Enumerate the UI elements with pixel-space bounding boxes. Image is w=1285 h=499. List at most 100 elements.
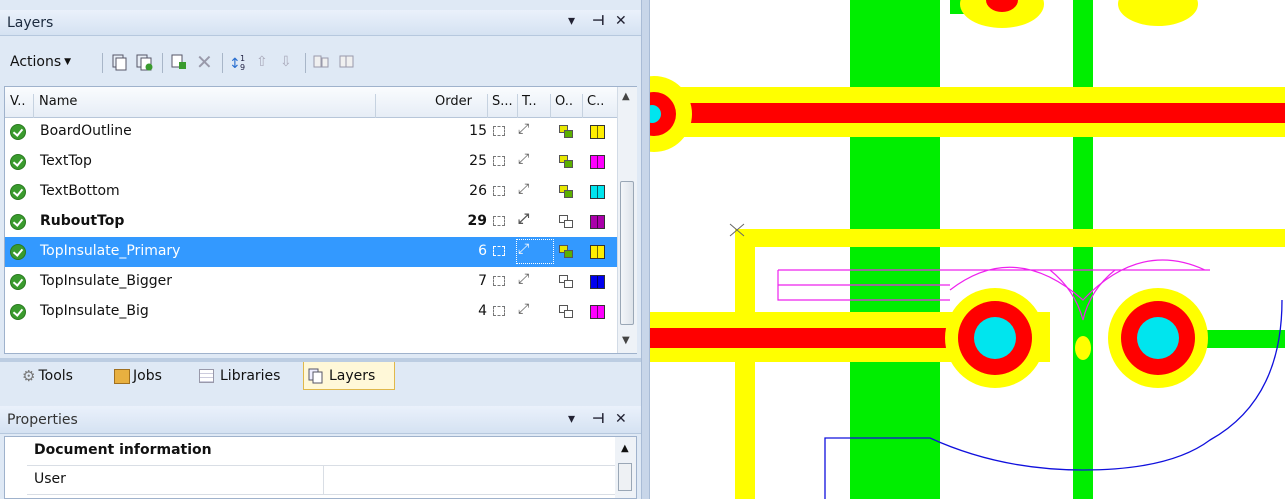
overlap-icon[interactable] bbox=[559, 155, 575, 169]
overlap-icon[interactable] bbox=[559, 215, 575, 229]
select-icon[interactable] bbox=[493, 246, 505, 256]
color-swatch[interactable] bbox=[590, 305, 605, 319]
visible-check-icon[interactable] bbox=[10, 244, 26, 260]
color-swatch[interactable] bbox=[590, 185, 605, 199]
sort-icon[interactable]: ↕ 1 9 bbox=[229, 53, 249, 72]
scroll-up-icon[interactable]: ▲ bbox=[621, 443, 629, 454]
delete-icon[interactable]: ✕ bbox=[196, 50, 213, 74]
tab-tools[interactable]: ⚙ Tools bbox=[18, 362, 106, 390]
select-icon[interactable] bbox=[493, 306, 505, 316]
layer-row[interactable]: TextBottom 26 ⤢ bbox=[5, 177, 617, 207]
layer-name: TopInsulate_Bigger bbox=[40, 273, 173, 289]
layer-order: 7 bbox=[478, 273, 487, 289]
layer-name: TextBottom bbox=[40, 183, 120, 199]
pcb-drawing[interactable] bbox=[650, 0, 1285, 499]
properties-panel-title: Properties bbox=[7, 412, 78, 428]
scroll-down-icon[interactable]: ▼ bbox=[622, 335, 630, 346]
color-swatch[interactable] bbox=[590, 245, 605, 259]
section-header: Document information bbox=[27, 437, 615, 465]
layer-order: 26 bbox=[469, 183, 487, 199]
col-o[interactable]: O.. bbox=[555, 94, 573, 109]
scroll-up-icon[interactable]: ▲ bbox=[622, 91, 630, 102]
close-icon[interactable]: ✕ bbox=[615, 13, 627, 29]
col-c[interactable]: C.. bbox=[587, 94, 604, 109]
add-icon[interactable] bbox=[170, 53, 188, 71]
layer-name: TopInsulate_Big bbox=[40, 303, 149, 319]
overlap-icon[interactable] bbox=[559, 245, 575, 259]
layer-order: 25 bbox=[469, 153, 487, 169]
tab-libraries[interactable]: Libraries bbox=[195, 362, 299, 390]
track-icon[interactable]: ⤢ bbox=[518, 211, 529, 227]
overlap-icon[interactable] bbox=[559, 185, 575, 199]
visible-check-icon[interactable] bbox=[10, 304, 26, 320]
layer-row[interactable]: TopInsulate_Big 4 ⤢ bbox=[5, 297, 617, 327]
overlap-icon[interactable] bbox=[559, 305, 575, 319]
layer-row[interactable]: RuboutTop 29 ⤢ bbox=[5, 207, 617, 237]
property-row[interactable]: User bbox=[27, 465, 615, 495]
gear-icon: ⚙ bbox=[22, 367, 36, 385]
pcb-canvas[interactable] bbox=[650, 0, 1285, 499]
visible-check-icon[interactable] bbox=[10, 154, 26, 170]
select-icon[interactable] bbox=[493, 156, 505, 166]
visible-check-icon[interactable] bbox=[10, 124, 26, 140]
select-icon[interactable] bbox=[493, 276, 505, 286]
new-layer-icon[interactable] bbox=[110, 53, 128, 71]
layer-order: 29 bbox=[467, 213, 487, 229]
pin-icon[interactable]: ⊣ bbox=[592, 411, 605, 427]
jobs-icon bbox=[114, 368, 130, 384]
copy-layer-icon[interactable] bbox=[135, 53, 153, 71]
move-up-icon[interactable]: ⇧ bbox=[256, 53, 268, 71]
col-t[interactable]: T.. bbox=[522, 94, 537, 109]
select-icon[interactable] bbox=[493, 216, 505, 226]
tab-jobs[interactable]: Jobs bbox=[110, 362, 190, 390]
track-icon[interactable]: ⤢ bbox=[518, 151, 529, 167]
panel-menu-icon[interactable]: ▾ bbox=[568, 13, 575, 29]
layer-order: 15 bbox=[469, 123, 487, 139]
overlap-icon[interactable] bbox=[559, 125, 575, 139]
merge-icon[interactable] bbox=[338, 53, 356, 71]
color-swatch[interactable] bbox=[590, 125, 605, 139]
visible-check-icon[interactable] bbox=[10, 184, 26, 200]
insulate-band bbox=[735, 229, 755, 499]
layers-scrollbar[interactable]: ▲ ▼ bbox=[617, 87, 637, 353]
properties-scrollbar[interactable]: ▲ bbox=[615, 437, 636, 498]
color-swatch[interactable] bbox=[590, 155, 605, 169]
move-down-icon[interactable]: ⇩ bbox=[280, 53, 292, 71]
track-icon[interactable]: ⤢ bbox=[518, 121, 529, 137]
color-swatch[interactable] bbox=[590, 275, 605, 289]
layer-row[interactable]: BoardOutline 15 ⤢ bbox=[5, 117, 617, 147]
layer-row[interactable]: TopInsulate_Bigger 7 ⤢ bbox=[5, 267, 617, 297]
insulate-band bbox=[735, 229, 1285, 247]
track-icon[interactable]: ⤢ bbox=[518, 271, 529, 287]
color-swatch[interactable] bbox=[590, 215, 605, 229]
layer-name: TextTop bbox=[40, 153, 92, 169]
layer-row[interactable]: TopInsulate_Primary 6 ⤢ bbox=[5, 237, 617, 267]
overlap-icon[interactable] bbox=[559, 275, 575, 289]
layers-icon bbox=[308, 368, 323, 383]
layers-panel-title: Layers bbox=[7, 15, 54, 31]
tab-layers[interactable]: Layers bbox=[303, 362, 395, 390]
visible-check-icon[interactable] bbox=[10, 214, 26, 230]
pad-drill bbox=[974, 317, 1016, 359]
pin-icon[interactable]: ⊣ bbox=[592, 13, 605, 29]
select-icon[interactable] bbox=[493, 126, 505, 136]
close-icon[interactable]: ✕ bbox=[615, 411, 627, 427]
col-visible[interactable]: V.. bbox=[10, 94, 25, 109]
col-name[interactable]: Name bbox=[39, 94, 77, 109]
panel-menu-icon[interactable]: ▾ bbox=[568, 411, 575, 427]
scroll-thumb[interactable] bbox=[620, 181, 634, 325]
layer-name: BoardOutline bbox=[40, 123, 132, 139]
actions-menu-button[interactable]: Actions ▼ bbox=[10, 53, 71, 71]
visible-check-icon[interactable] bbox=[10, 274, 26, 290]
select-icon[interactable] bbox=[493, 186, 505, 196]
split-icon[interactable] bbox=[312, 53, 330, 71]
layer-row[interactable]: TextTop 25 ⤢ bbox=[5, 147, 617, 177]
col-s[interactable]: S... bbox=[492, 94, 513, 109]
track-icon[interactable]: ⤢ bbox=[518, 301, 529, 317]
track-icon[interactable]: ⤢ bbox=[518, 181, 529, 197]
svg-text:9: 9 bbox=[240, 63, 245, 72]
col-order[interactable]: Order bbox=[435, 94, 472, 109]
layer-order: 6 bbox=[478, 243, 487, 259]
scroll-thumb[interactable] bbox=[618, 463, 632, 491]
splitter[interactable] bbox=[641, 0, 650, 499]
